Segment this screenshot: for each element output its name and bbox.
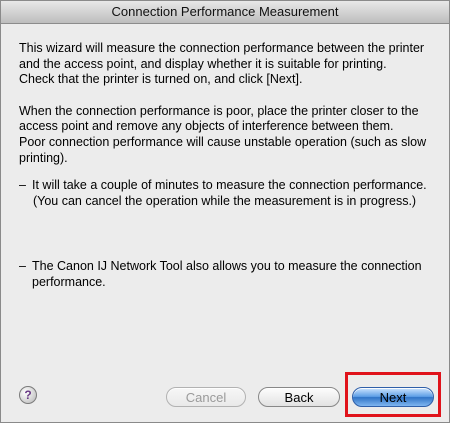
instruction-text: Check that the printer is turned on, and… [19, 72, 303, 87]
intro-paragraph: This wizard will measure the connection … [19, 41, 425, 71]
poor-performance-paragraph: When the connection performance is poor,… [19, 103, 419, 134]
bullet-text: It will take a couple of minutes to meas… [32, 178, 427, 193]
help-button[interactable]: ? [19, 386, 37, 404]
dialog-content: This wizard will measure the connection … [19, 41, 434, 291]
unstable-operation-text: Poor connection performance will cause u… [19, 134, 427, 165]
bullet-text: The Canon IJ Network Tool also allows yo… [32, 259, 422, 289]
connection-performance-dialog: Connection Performance Measurement This … [0, 0, 450, 423]
next-button[interactable]: Next [352, 387, 434, 407]
cancel-note: (You can cancel the operation while the … [33, 193, 417, 208]
bullet-mark: – [19, 178, 26, 193]
help-icon: ? [24, 388, 32, 402]
bullet-measurement-time: – It will take a couple of minutes to me… [19, 178, 434, 194]
window-titlebar: Connection Performance Measurement [1, 1, 449, 24]
cancel-button[interactable]: Cancel [166, 387, 246, 407]
bullet-network-tool: – The Canon IJ Network Tool also allows … [19, 259, 434, 290]
window-title: Connection Performance Measurement [111, 4, 339, 19]
back-button[interactable]: Back [258, 387, 340, 407]
bullet-mark: – [19, 259, 26, 274]
